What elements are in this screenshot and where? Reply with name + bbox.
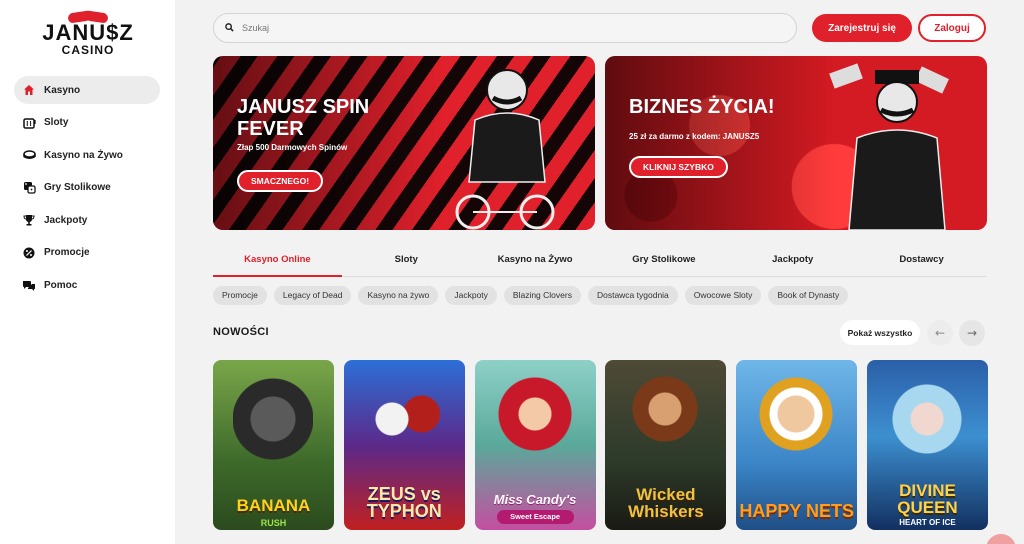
dice-icon [22, 181, 36, 195]
game-art [625, 374, 706, 474]
sidebar-nav: Kasyno Sloty Kasyno na Żywo Gry Stolikow… [14, 76, 160, 304]
chip-dostawca-tygodnia[interactable]: Dostawca tygodnia [587, 286, 678, 305]
sidebar: JANU$Z CASINO Kasyno Sloty Kasyno na Żyw… [0, 0, 175, 544]
tab-dostawcy[interactable]: Dostawcy [857, 247, 986, 276]
brand-logo[interactable]: JANU$Z CASINO [40, 12, 136, 66]
banner-cta-button[interactable]: SMACZNEGO! [237, 170, 324, 192]
chip-legacy-of-dead[interactable]: Legacy of Dead [273, 286, 352, 305]
sidebar-item-label: Kasyno na Żywo [44, 149, 123, 161]
promo-banner-biznes-zycia[interactable]: BIZNES ŻYCIA! 25 zł za darmo z kodem: JA… [605, 56, 987, 230]
game-tile[interactable]: HAPPY NETS [736, 360, 858, 530]
game-title: BANANA [236, 496, 311, 515]
game-title: Miss Candy's [493, 492, 577, 507]
search-icon [225, 19, 234, 37]
tab-sloty[interactable]: Sloty [342, 247, 471, 276]
game-tile[interactable]: Miss Candy's Sweet Escape [474, 360, 596, 530]
sidebar-item-gry-stolikowe[interactable]: Gry Stolikowe [14, 174, 160, 202]
game-art [494, 374, 575, 474]
live-chip-icon [22, 148, 36, 162]
tab-jackpoty[interactable]: Jackpoty [728, 247, 857, 276]
sidebar-item-pomoc[interactable]: Pomoc [14, 272, 160, 300]
search-input[interactable] [242, 23, 762, 33]
game-art [756, 374, 837, 474]
game-tile[interactable]: Wicked Whiskers [605, 360, 727, 530]
mustache-icon [68, 12, 108, 22]
chip-kasyno-na-zywo[interactable]: Kasyno na żywo [358, 286, 439, 305]
game-carousel: BANANA RUSH ZEUS vs TYPHON Miss Candy's … [213, 360, 988, 530]
show-all-button[interactable]: Pokaż wszystko [840, 320, 920, 345]
sidebar-item-kasyno-na-zywo[interactable]: Kasyno na Żywo [14, 141, 160, 169]
promo-banner-spin-fever[interactable]: JANUSZ SPIN FEVER Złap 500 Darmowych Spi… [213, 56, 595, 230]
sidebar-item-label: Kasyno [44, 84, 81, 96]
sidebar-item-jackpoty[interactable]: Jackpoty [14, 206, 160, 234]
game-tile[interactable]: BANANA RUSH [213, 360, 334, 530]
game-subtitle: HEART OF ICE [899, 518, 956, 527]
game-subtitle: Sweet Escape [496, 510, 574, 524]
janusz-money-illustration [829, 63, 949, 230]
game-art [233, 374, 313, 474]
filter-chips: Promocje Legacy of Dead Kasyno na żywo J… [213, 286, 849, 305]
sidebar-item-sloty[interactable]: Sloty [14, 109, 160, 137]
chip-blazing-clovers[interactable]: Blazing Clovers [503, 286, 581, 305]
banner-title: JANUSZ SPIN FEVER [237, 96, 370, 140]
arrow-right-icon[interactable]: → [959, 320, 985, 346]
search-bar[interactable] [213, 13, 797, 43]
section-title: NOWOŚCI [213, 326, 269, 338]
chip-promocje[interactable]: Promocje [213, 286, 267, 305]
game-tile[interactable]: ZEUS vs TYPHON [343, 360, 465, 530]
game-tile[interactable]: DIVINE QUEEN HEART OF ICE [866, 360, 988, 530]
tab-kasyno-online[interactable]: Kasyno Online [213, 247, 342, 277]
game-art [886, 374, 967, 474]
category-tabs: Kasyno Online Sloty Kasyno na Żywo Gry S… [213, 247, 986, 277]
sidebar-item-label: Jackpoty [44, 214, 88, 226]
game-art [363, 374, 444, 474]
janusz-cyclist-illustration [455, 69, 555, 230]
sidebar-item-kasyno[interactable]: Kasyno [14, 76, 160, 104]
game-title: DIVINE QUEEN [897, 481, 958, 517]
banner-shade [605, 56, 835, 230]
home-icon [22, 83, 36, 97]
banner-cta-button[interactable]: KLIKNIJ SZYBKO [629, 156, 728, 178]
sidebar-item-label: Pomoc [44, 280, 78, 292]
floating-chat-button[interactable] [986, 534, 1016, 544]
chip-book-of-dynasty[interactable]: Book of Dynasty [768, 286, 849, 305]
chip-owocowe-sloty[interactable]: Owocowe Sloty [684, 286, 762, 305]
sidebar-item-label: Sloty [44, 117, 69, 129]
banner-subtitle: Złap 500 Darmowych Spinów [237, 143, 348, 152]
register-button[interactable]: Zarejestruj się [812, 14, 912, 42]
sidebar-item-label: Promocje [44, 247, 90, 259]
arrow-left-icon[interactable]: ← [927, 320, 953, 346]
sidebar-item-promocje[interactable]: Promocje [14, 239, 160, 267]
banner-title: BIZNES ŻYCIA! [629, 96, 775, 118]
sidebar-item-label: Gry Stolikowe [44, 182, 111, 194]
game-title: HAPPY NETS [739, 501, 855, 521]
tab-gry-stolikowe[interactable]: Gry Stolikowe [599, 247, 728, 276]
banner-subtitle: 25 zł za darmo z kodem: JANUSZ5 [629, 132, 760, 141]
game-title: Wicked Whiskers [628, 485, 704, 521]
tab-kasyno-na-zywo[interactable]: Kasyno na Żywo [471, 247, 600, 276]
game-title: ZEUS vs TYPHON [366, 484, 442, 521]
slot-machine-icon [22, 116, 36, 130]
game-subtitle: RUSH [260, 518, 287, 528]
percent-icon [22, 246, 36, 260]
trophy-icon [22, 213, 36, 227]
chip-jackpoty[interactable]: Jackpoty [445, 286, 497, 305]
chat-icon [22, 279, 36, 293]
login-button[interactable]: Zaloguj [918, 14, 986, 42]
